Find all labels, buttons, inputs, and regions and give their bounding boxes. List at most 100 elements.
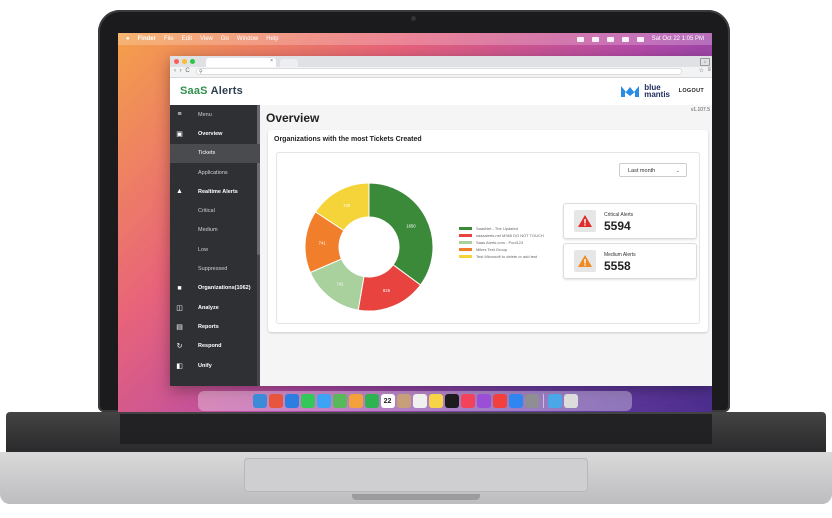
tv-icon[interactable]	[444, 394, 459, 408]
menubar-item[interactable]: Edit	[182, 33, 192, 45]
saas-alerts-logo[interactable]: SaaS Alerts	[180, 85, 243, 97]
downloads-icon[interactable]	[547, 394, 562, 408]
sidebar-item[interactable]: ▲ Realtime Alerts	[170, 182, 260, 201]
sidebar-item[interactable]: Tickets	[170, 143, 260, 163]
sidebar-item-label: Reports	[198, 323, 219, 330]
donut-slice[interactable]	[368, 182, 434, 286]
partner-line-2: mantis	[644, 90, 670, 99]
main-content: v1.107.5 Overview Organizations with the…	[260, 105, 712, 386]
sidebar-item[interactable]: ▤ Reports	[170, 317, 260, 336]
zoom-window-icon[interactable]	[190, 59, 195, 64]
sidebar-item[interactable]: ◫ Analyze	[170, 298, 260, 317]
mail-icon[interactable]	[316, 394, 331, 408]
minimize-window-icon[interactable]	[182, 59, 187, 64]
menu-icon: ≡	[177, 111, 182, 119]
critical-alerts-value: 5594	[604, 219, 631, 233]
logout-button[interactable]: LOGOUT	[679, 88, 704, 94]
podcasts-icon[interactable]	[476, 394, 491, 408]
profile-button[interactable]: ⌂	[700, 58, 710, 66]
sidebar-item-label: Suppressed	[198, 266, 228, 273]
wifi-icon[interactable]	[591, 36, 599, 42]
address-bar[interactable]: ⚲	[196, 68, 682, 75]
donut-chart: 1650 826 741 741 740	[304, 182, 434, 312]
legend-item[interactable]: Saas Alerts.com - Pool123	[459, 239, 544, 246]
sidebar-item-label: Unify	[198, 362, 212, 369]
system-preferences-icon[interactable]	[524, 394, 539, 408]
menubar-item[interactable]: Help	[266, 33, 278, 45]
trash-icon[interactable]	[563, 394, 578, 408]
finder-icon[interactable]	[252, 394, 267, 408]
medium-alerts-value: 5558	[604, 259, 631, 273]
legend-item[interactable]: saasalerts.net M365 DO NOT TOUCH	[459, 232, 544, 239]
legend-label: SaasNet - The Updated	[476, 226, 518, 231]
notes-icon[interactable]	[428, 394, 443, 408]
chart-panel: Last month ⌄ 1650 826 741 741 740 SaasNet - …	[276, 152, 700, 324]
legend-item[interactable]: Test Microsoft to delete or add test	[459, 253, 544, 260]
sidebar-item[interactable]: ≡ Menu	[170, 105, 260, 124]
browser-tabbar: × ⌂	[170, 56, 712, 67]
donut-slice-label: 826	[383, 288, 391, 293]
lid-notch	[352, 494, 480, 500]
browser-menu-icon[interactable]: ≡	[707, 67, 711, 73]
reminders-icon[interactable]	[412, 394, 427, 408]
contacts-icon[interactable]	[396, 394, 411, 408]
donut-slice-label: 1650	[406, 223, 416, 228]
critical-alerts-card[interactable]: Critical Alerts 5594	[563, 203, 697, 239]
browser-tab[interactable]: ×	[206, 58, 276, 67]
screen: ● Finder File Edit View Go Window Help Sat Oct …	[118, 33, 712, 413]
photos-icon[interactable]	[348, 394, 363, 408]
sidebar-item[interactable]: Applications	[170, 163, 260, 182]
bookmark-star-icon[interactable]: ☆	[699, 67, 704, 74]
new-tab-button[interactable]	[280, 59, 298, 67]
menubar-status: Sat Oct 22 1:05 PM	[576, 33, 704, 45]
apple-menu-icon[interactable]: ●	[126, 33, 130, 45]
app-store-icon[interactable]	[508, 394, 523, 408]
legend-item[interactable]: Mikes Test Group	[459, 246, 544, 253]
sidebar-item[interactable]: ◧ Unify	[170, 356, 260, 375]
sidebar-item[interactable]: Low	[170, 240, 260, 259]
menubar-clock[interactable]: Sat Oct 22 1:05 PM	[652, 33, 704, 45]
siri-icon[interactable]	[636, 36, 644, 42]
sidebar-item[interactable]: ▣ Overview	[170, 124, 260, 143]
respond-icon: ↻	[176, 343, 183, 351]
critical-warning-icon	[578, 215, 592, 227]
music-icon[interactable]	[460, 394, 475, 408]
safari-icon[interactable]	[284, 394, 299, 408]
facetime-icon[interactable]	[364, 394, 379, 408]
legend-label: saasalerts.net M365 DO NOT TOUCH	[476, 233, 544, 238]
close-window-icon[interactable]	[174, 59, 179, 64]
control-center-icon[interactable]	[621, 36, 629, 42]
sidebar-item[interactable]: Suppressed	[170, 259, 260, 278]
legend-swatch	[459, 233, 472, 238]
maps-icon[interactable]	[332, 394, 347, 408]
legend-item[interactable]: SaasNet - The Updated	[459, 225, 544, 232]
page-title: Overview	[266, 111, 320, 125]
menubar-item[interactable]: Finder	[138, 33, 156, 45]
spotlight-icon[interactable]	[606, 36, 614, 42]
period-select[interactable]: Last month ⌄	[619, 163, 687, 177]
critical-alerts-label: Critical Alerts	[604, 212, 634, 218]
reports-icon: ▤	[176, 323, 183, 331]
medium-alerts-card[interactable]: Medium Alerts 5558	[563, 243, 697, 279]
launchpad-icon[interactable]	[268, 394, 283, 408]
menubar-item[interactable]: Window	[237, 33, 258, 45]
news-icon[interactable]	[492, 394, 507, 408]
sidebar-item[interactable]: Critical	[170, 201, 260, 220]
sidebar-item[interactable]: Medium	[170, 221, 260, 240]
calendar-icon[interactable]: 22	[380, 394, 395, 408]
dock-separator	[542, 394, 544, 408]
battery-icon[interactable]	[576, 36, 584, 42]
tab-close-icon[interactable]: ×	[270, 58, 273, 64]
critical-alert-icon-box	[574, 210, 596, 232]
app-header: SaaS Alerts blue mantis LOGOUT	[170, 78, 712, 107]
menubar-item[interactable]: View	[200, 33, 213, 45]
sidebar-item[interactable]: ■ Organizations(1062)	[170, 279, 260, 298]
logo-part-2: Alerts	[210, 85, 243, 97]
card-title: Organizations with the most Tickets Crea…	[274, 136, 422, 143]
menubar-item[interactable]: File	[164, 33, 174, 45]
messages-icon[interactable]	[300, 394, 315, 408]
nav-arrows[interactable]: ‹ › C	[174, 68, 191, 74]
unify-icon: ◧	[176, 362, 183, 370]
sidebar-item[interactable]: ↻ Respond	[170, 337, 260, 356]
menubar-item[interactable]: Go	[221, 33, 229, 45]
